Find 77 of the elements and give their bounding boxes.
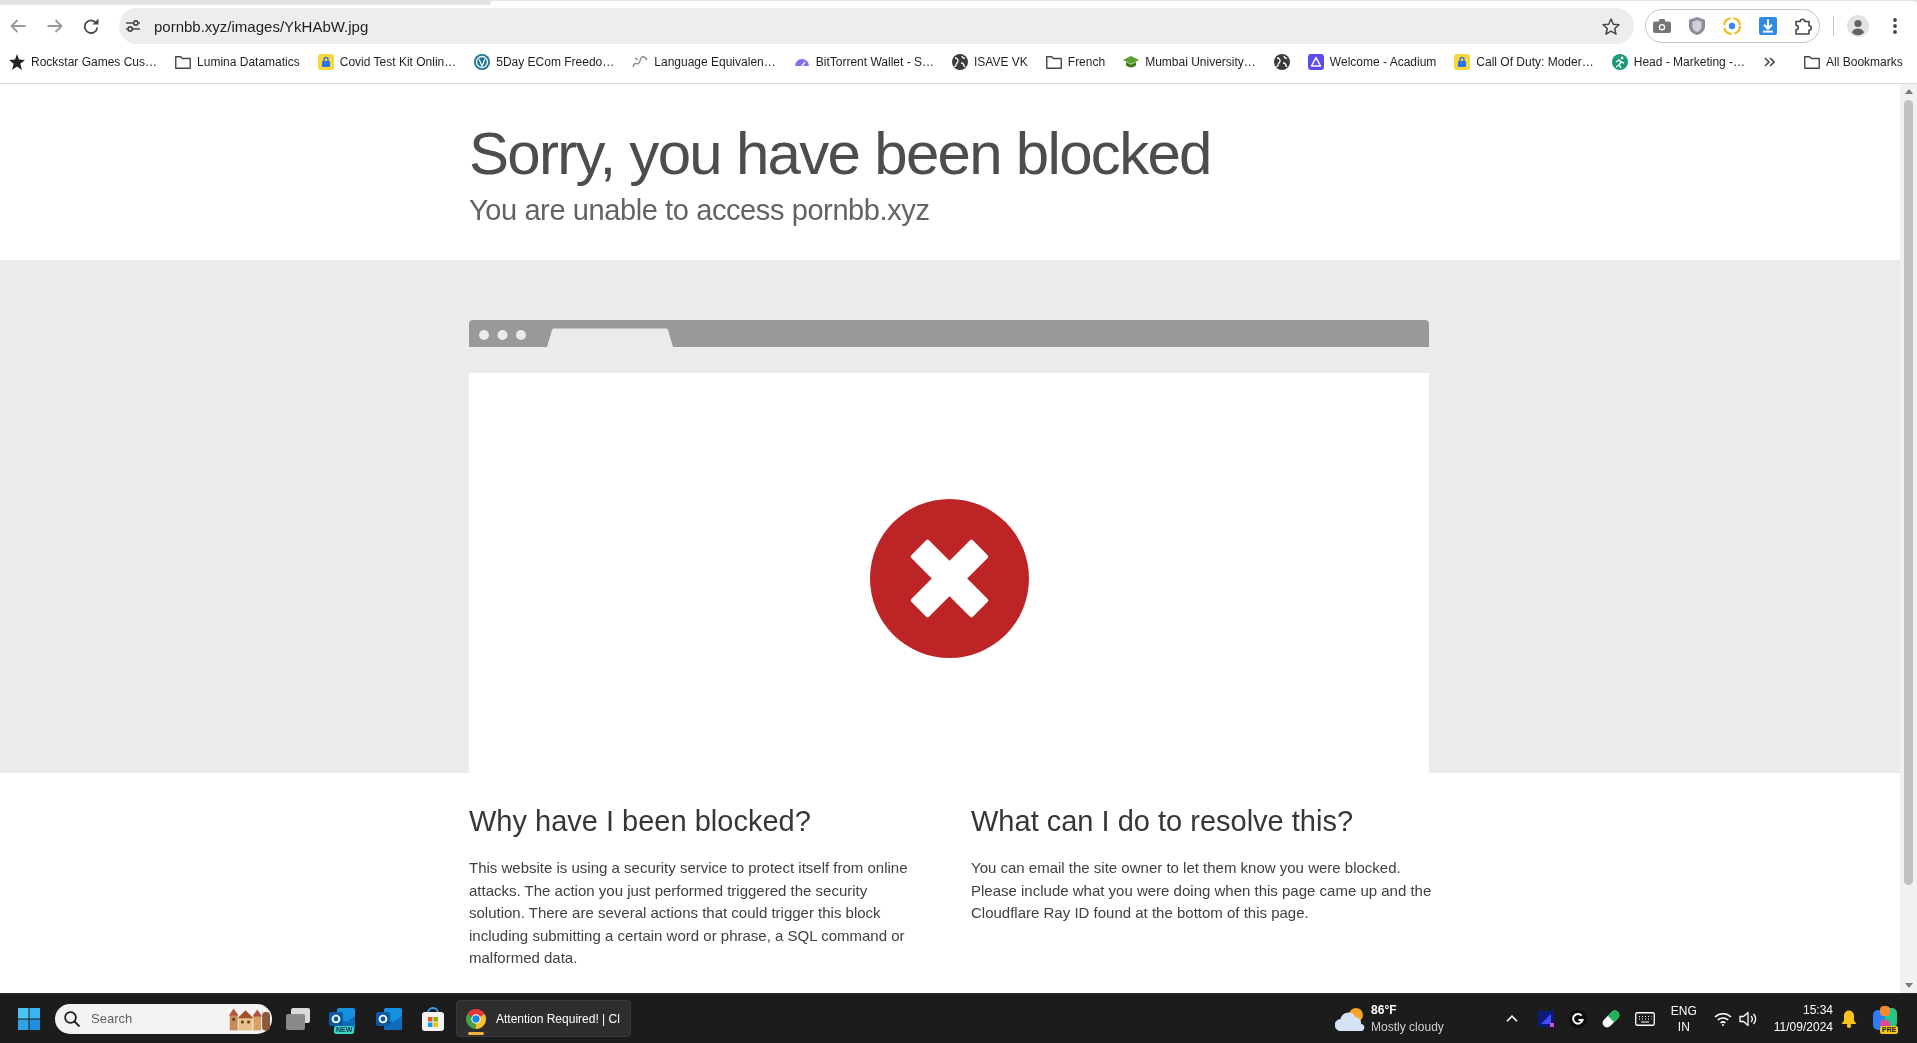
mail-app-icon[interactable]: [329, 1006, 355, 1031]
tile-logo-icon: [1307, 54, 1324, 70]
colorful-logo-icon[interactable]: [1872, 1005, 1898, 1032]
store-bag-icon[interactable]: [421, 1006, 445, 1031]
error-icon: [869, 498, 1029, 658]
bookmark-button[interactable]: Mumbai University…: [1117, 47, 1262, 77]
section-heading: What can I do to resolve this?: [971, 804, 1354, 839]
page-title: Sorry, you have been blocked: [469, 122, 1211, 186]
padlock-icon: [1454, 54, 1471, 70]
runner-icon: [1611, 54, 1628, 70]
globe-icon: [1273, 54, 1290, 70]
bookmark-button[interactable]: Call Of Duty: Moder…: [1448, 47, 1600, 77]
gauge-icon: [793, 57, 810, 67]
bookmark-button[interactable]: Head - Marketing -…: [1605, 47, 1752, 77]
bookmark-button[interactable]: Lumina Datamatics: [169, 47, 306, 77]
url-field[interactable]: pornbb.xyz/images/YkHAbW.jpg: [154, 17, 1602, 35]
section-text: You can email the site owner to let them know you were blocked. Please include what you were doing when this page came up and the Cloudflare Ray ID found at the bottom of this page.: [971, 858, 1433, 923]
bookmark-button[interactable]: ISAVE VK: [946, 47, 1034, 77]
arrow-down-icon[interactable]: [1904, 983, 1913, 988]
bell-icon[interactable]: [1841, 1009, 1857, 1028]
search-input[interactable]: Search: [91, 1011, 228, 1026]
speaker-icon[interactable]: [1738, 1010, 1757, 1027]
section-heading: Why have I been blocked?: [469, 804, 811, 839]
graduation-cap-icon: [1123, 56, 1140, 68]
back-icon[interactable]: [10, 19, 26, 33]
browser-icon: [466, 1008, 486, 1029]
more-menu-icon[interactable]: [1893, 18, 1897, 34]
weather-condition[interactable]: Mostly cloudy: [1371, 1018, 1444, 1036]
profile-icon[interactable]: [1847, 15, 1869, 37]
padlock-icon: [317, 54, 334, 70]
shield-icon[interactable]: [1689, 17, 1705, 35]
bookmark-star-icon[interactable]: [1602, 17, 1620, 35]
search-box[interactable]: Search: [55, 1003, 272, 1034]
globe-icon: [952, 54, 968, 70]
search-icon: [64, 1010, 80, 1027]
start-icon[interactable]: [18, 1007, 40, 1030]
camera-icon[interactable]: [1653, 19, 1671, 33]
bookmark-button[interactable]: Welcome - Acadium: [1301, 47, 1443, 77]
chevron-double-icon[interactable]: [1764, 57, 1776, 67]
star-logo-icon: [9, 54, 25, 70]
forward-icon[interactable]: [47, 19, 63, 33]
bookmark-button[interactable]: BitTorrent Wallet - S…: [787, 47, 940, 77]
page-subtitle: You are unable to access pornbb.xyz: [469, 193, 930, 227]
puzzle-icon[interactable]: [1795, 17, 1813, 35]
arrow-up-icon[interactable]: [1904, 89, 1913, 94]
overlapping-windows-icon[interactable]: [286, 1007, 310, 1030]
mail-app-icon[interactable]: [376, 1006, 402, 1031]
address-bar[interactable]: pornbb.xyz/images/YkHAbW.jpg: [119, 8, 1634, 44]
wifi-icon[interactable]: [1713, 1011, 1732, 1026]
weather-temperature[interactable]: 86°F: [1371, 1001, 1444, 1019]
taskbar-window-button[interactable]: Attention Required! | Cl: [456, 1000, 631, 1037]
active-indicator: [468, 1032, 484, 1035]
keyboard-icon[interactable]: [1634, 1011, 1655, 1026]
reload-icon[interactable]: [83, 18, 99, 34]
bookmark-button[interactable]: Rockstar Games Cus…: [3, 47, 164, 77]
bookmark-button[interactable]: 5Day ECom Freedo…: [468, 47, 621, 77]
site-settings-icon[interactable]: [125, 20, 141, 32]
ring-icon[interactable]: [1723, 17, 1741, 35]
folder-icon: [175, 55, 192, 69]
language-indicator[interactable]: ENG IN: [1670, 1002, 1697, 1035]
bookmark-button[interactable]: Language Equivalen…: [626, 47, 782, 77]
bookmark-button[interactable]: Covid Test Kit Onlin…: [311, 47, 463, 77]
scrollbar-thumb[interactable]: [1904, 100, 1913, 885]
bookmark-button[interactable]: French: [1039, 47, 1112, 77]
scrollbar[interactable]: [1900, 84, 1917, 993]
square-app-icon[interactable]: [1537, 1010, 1554, 1027]
folder-icon: [1804, 55, 1821, 69]
circle-logo-icon: [474, 54, 491, 70]
download-icon[interactable]: [1759, 17, 1777, 35]
folder-icon: [1045, 55, 1062, 69]
section-text: This website is using a security service to protect itself from online attacks. The action you just performed triggered the security solution. There are several actions that could trigger this block including submitting a certain word or phrase, a SQL command or malformed data.: [469, 858, 909, 968]
chevron-up-icon[interactable]: [1505, 1015, 1518, 1022]
all-bookmarks-button[interactable]: All Bookmarks: [1798, 47, 1909, 77]
clock[interactable]: 15:34 11/09/2024: [1773, 1001, 1833, 1036]
scribble-icon: [632, 56, 649, 68]
circle-logo-icon[interactable]: [1568, 1009, 1587, 1028]
houses-icon: [228, 1006, 270, 1031]
